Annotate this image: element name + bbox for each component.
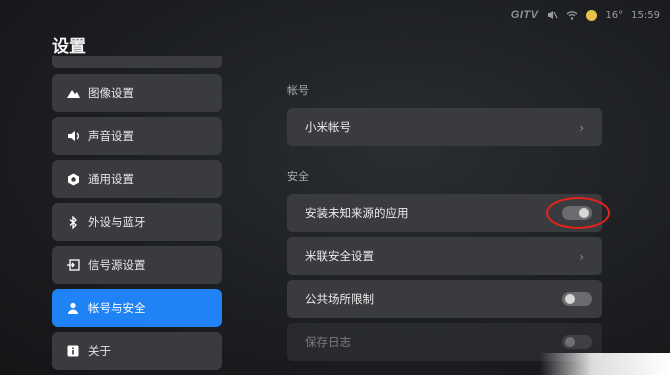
mi-security-settings-row[interactable]: 米联安全设置 › xyxy=(287,237,602,275)
info-icon xyxy=(66,344,80,358)
toggle-knob xyxy=(565,294,575,304)
section-label-security: 安全 xyxy=(287,170,309,183)
page-title: 设置 xyxy=(52,37,86,57)
sidebar-item-label: 通用设置 xyxy=(88,172,134,186)
sidebar-item-label: 关于 xyxy=(88,344,111,358)
sidebar-item-partial[interactable] xyxy=(52,56,222,68)
highlight-circle-annotation xyxy=(546,197,610,229)
row-label: 公共场所限制 xyxy=(305,292,374,306)
input-source-icon xyxy=(66,258,80,272)
sidebar-item-label: 外设与蓝牙 xyxy=(88,215,146,229)
chevron-right-icon: › xyxy=(579,250,584,264)
row-label: 小米帐号 xyxy=(305,120,351,134)
temperature: 16° xyxy=(605,9,624,21)
sidebar-item-label: 声音设置 xyxy=(88,129,134,143)
user-icon xyxy=(66,301,80,315)
sidebar-item-label: 帐号与安全 xyxy=(88,301,146,315)
sidebar-item-label: 图像设置 xyxy=(88,86,134,100)
save-log-toggle[interactable] xyxy=(562,335,592,349)
brand-logo: GITV xyxy=(510,9,539,21)
sidebar-item-general[interactable]: 通用设置 xyxy=(52,160,222,198)
public-restriction-toggle[interactable] xyxy=(562,292,592,306)
row-label: 保存日志 xyxy=(305,335,351,349)
sidebar-item-picture[interactable]: 图像设置 xyxy=(52,74,222,112)
mi-account-row[interactable]: 小米帐号 › xyxy=(287,108,602,146)
toggle-knob xyxy=(565,337,575,347)
watermark xyxy=(540,353,670,375)
section-label-account: 帐号 xyxy=(287,84,309,97)
row-label: 米联安全设置 xyxy=(305,249,374,263)
mute-icon xyxy=(548,11,558,19)
status-bar: GITV 16° 15:59 xyxy=(511,6,660,24)
sidebar-item-bluetooth[interactable]: 外设与蓝牙 xyxy=(52,203,222,241)
wifi-icon xyxy=(566,11,578,20)
mountain-icon xyxy=(66,86,80,100)
speaker-icon xyxy=(66,129,80,143)
sidebar-item-label: 信号源设置 xyxy=(88,258,146,272)
clock: 15:59 xyxy=(631,9,660,21)
row-label: 安装未知来源的应用 xyxy=(305,206,409,220)
chevron-right-icon: › xyxy=(579,121,584,135)
gear-icon xyxy=(66,172,80,186)
public-restriction-row[interactable]: 公共场所限制 xyxy=(287,280,602,318)
sidebar-item-sound[interactable]: 声音设置 xyxy=(52,117,222,155)
sidebar-item-input-source[interactable]: 信号源设置 xyxy=(52,246,222,284)
sidebar-item-about[interactable]: 关于 xyxy=(52,332,222,370)
sidebar-item-account-security[interactable]: 帐号与安全 xyxy=(52,289,222,327)
sun-icon xyxy=(586,9,598,21)
bluetooth-icon xyxy=(66,215,80,229)
